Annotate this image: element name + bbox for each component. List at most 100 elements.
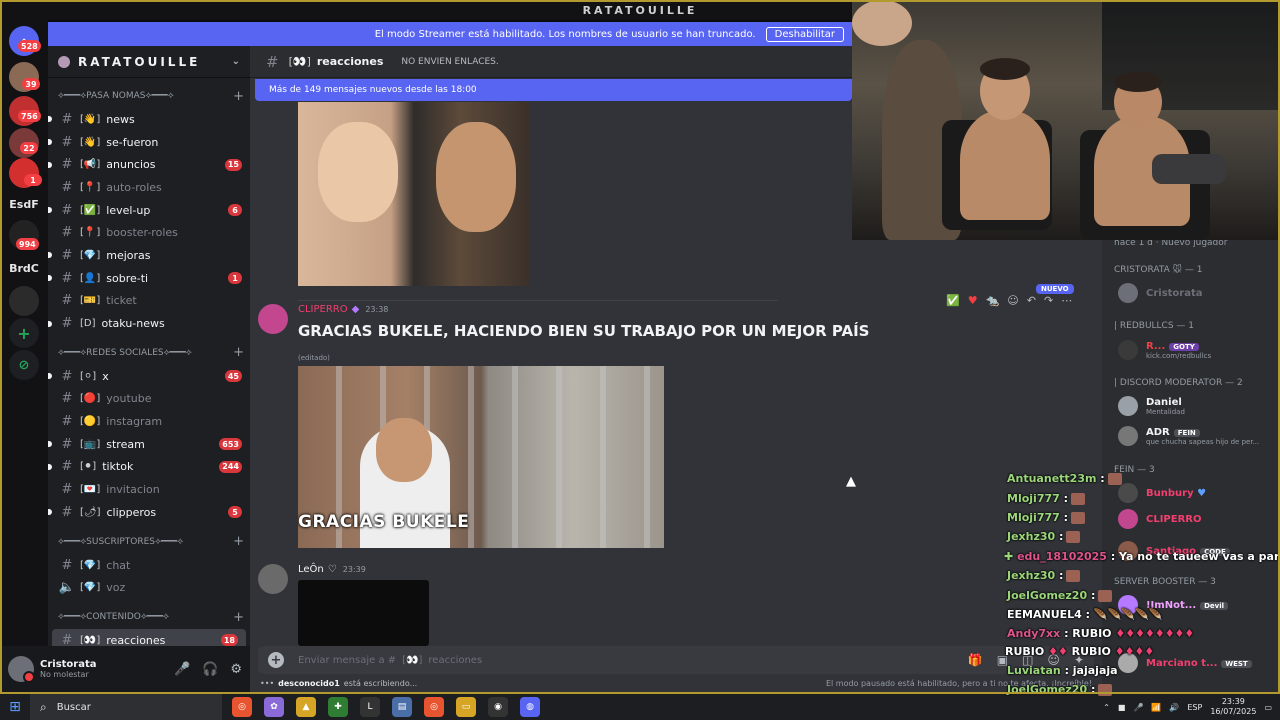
author-name[interactable]: CLIPERRO	[298, 304, 348, 315]
message-author[interactable]: CLIPERRO ◆ 23:38	[298, 304, 388, 315]
channel-ticket[interactable]: # [🎫] ticket	[48, 290, 250, 313]
server-header[interactable]: RATATOUILLE ⌄	[48, 46, 250, 78]
message-image-attachment[interactable]	[298, 102, 530, 286]
video-attachment[interactable]	[298, 580, 429, 646]
channel-anuncios[interactable]: # [📢] anuncios 15	[48, 153, 250, 176]
message-image-attachment[interactable]: GRACIAS BUKELE	[298, 366, 664, 548]
notepad-app-icon[interactable]: ▤	[392, 697, 412, 717]
category-contenido[interactable]: ⟡━━━⟡CONTENIDO⟡━━━⟡ +	[48, 605, 250, 629]
channel-tiktok[interactable]: # [⚫] tiktok 244	[48, 456, 250, 479]
add-channel-icon[interactable]: +	[233, 610, 244, 625]
message-input[interactable]: + Enviar mensaje a # [👀] reacciones 🎁 ▣ …	[258, 646, 1094, 674]
member-item[interactable]: ADR FEIN que chucha sapeas hijo de per...	[1118, 423, 1259, 449]
obs-app-icon[interactable]: ◉	[488, 697, 508, 717]
avatar[interactable]	[258, 564, 288, 594]
channel-voz[interactable]: 🔈 [💎] voz	[48, 576, 250, 599]
add-channel-icon[interactable]: +	[233, 89, 244, 104]
more-options-icon[interactable]: ⋯	[1061, 294, 1072, 307]
tray-app-icon[interactable]: ■	[1118, 703, 1126, 712]
heart-reaction-icon[interactable]: ♥	[968, 294, 978, 307]
chrome-app-icon[interactable]: ◎	[424, 697, 444, 717]
system-clock[interactable]: 23:39 16/07/2025	[1210, 697, 1256, 717]
windows-start-icon[interactable]: ⊞	[0, 699, 30, 715]
channel-auto-roles[interactable]: # [📍] auto-roles	[48, 176, 250, 199]
add-channel-icon[interactable]: +	[233, 345, 244, 360]
member-status: que chucha sapeas hijo de per...	[1146, 437, 1260, 446]
check-reaction-icon[interactable]: ✅	[946, 294, 960, 307]
webcam-hair	[1114, 72, 1162, 92]
channel-emoji: [✅]	[80, 204, 101, 216]
language-indicator[interactable]: ESP	[1187, 703, 1202, 712]
author-name[interactable]: LeÔn	[298, 564, 324, 575]
add-server-icon[interactable]: +	[9, 318, 39, 348]
server-label-esdf[interactable]: EsdF	[0, 198, 48, 211]
add-channel-icon[interactable]: +	[233, 534, 244, 549]
channel-otaku-news[interactable]: # [D] otaku-news	[48, 312, 250, 335]
gear-icon[interactable]: ⚙	[230, 662, 242, 677]
channel-youtube[interactable]: # [🔴] youtube	[48, 388, 250, 411]
webcam-head	[852, 0, 912, 46]
chat-line: EEMANUEL4 : 🪶🪶🪶🪶🪶	[1007, 608, 1162, 621]
app-icon[interactable]: ▲	[296, 697, 316, 717]
channel-x[interactable]: # [⚪] x 45	[48, 365, 250, 388]
headphones-icon[interactable]: 🎧	[202, 662, 218, 677]
avatar[interactable]	[258, 304, 288, 334]
forward-icon[interactable]: ↷	[1044, 294, 1053, 307]
category-suscriptores[interactable]: ⟡━━━⟡SUSCRIPTORES⟡━━━⟡ +	[48, 530, 250, 554]
channel-reacciones[interactable]: # [👀] reacciones 18	[52, 629, 246, 646]
member-item[interactable]: R... GOTY kick.com/redbullcs	[1118, 337, 1211, 363]
disable-streamer-button[interactable]: Deshabilitar	[765, 26, 844, 42]
tray-chevron-icon[interactable]: ⌃	[1103, 703, 1110, 712]
member-name: Cristorata	[1146, 287, 1203, 299]
channel-booster-roles[interactable]: # [📍] booster-roles	[48, 221, 250, 244]
server-label-brdc[interactable]: BrdC	[0, 262, 48, 275]
channel-mejoras[interactable]: # [💎] mejoras	[48, 244, 250, 267]
discord-app-icon[interactable]: ◍	[520, 697, 540, 717]
volume-icon[interactable]: 🔊	[1169, 703, 1179, 712]
app-icon[interactable]: ✚	[328, 697, 348, 717]
server-badge-3: 22	[20, 142, 38, 154]
server-icon-6[interactable]	[9, 286, 39, 316]
gift-icon[interactable]: 🎁	[968, 653, 983, 667]
notifications-icon[interactable]: ▭	[1264, 703, 1272, 712]
channel-sobre-ti[interactable]: # [👤] sobre-ti 1	[48, 267, 250, 290]
hash-icon: #	[61, 414, 73, 430]
microphone-icon[interactable]: 🎤	[1133, 703, 1143, 712]
hash-icon: #	[61, 391, 73, 407]
category-pasa-nomas[interactable]: ⟡━━━⟡PASA NOMAS⟡━━━⟡ +	[48, 84, 250, 108]
server-badge-2: 756	[18, 110, 41, 122]
channel-news[interactable]: # [👋] news	[48, 108, 250, 131]
chat-line: Jexhz30 :	[1007, 569, 1081, 582]
channel-invitacion[interactable]: # [💌] invitacion	[48, 478, 250, 501]
reply-icon[interactable]: ↶	[1027, 294, 1036, 307]
microphone-icon[interactable]: 🎤	[174, 662, 190, 677]
chat-line: JoelGomez20 :	[1007, 683, 1113, 696]
file-explorer-icon[interactable]: ▭	[456, 697, 476, 717]
new-messages-bar[interactable]: Más de 149 mensajes nuevos desde las 18:…	[255, 79, 852, 101]
network-icon[interactable]: 📶	[1151, 703, 1161, 712]
rat-reaction-icon[interactable]: 🐀	[986, 294, 1000, 307]
add-attachment-icon[interactable]: +	[268, 652, 284, 668]
chrome-app-icon[interactable]: ◎	[232, 697, 252, 717]
channel-instagram[interactable]: # [🟡] instagram	[48, 410, 250, 433]
copilot-app-icon[interactable]: ✿	[264, 697, 284, 717]
member-item[interactable]: Daniel Mentalidad	[1118, 393, 1185, 419]
channel-stream[interactable]: # [📺] stream 653	[48, 433, 250, 456]
message-author[interactable]: LeÔn ♡ 23:39	[298, 564, 366, 575]
channel-level-up[interactable]: # [✅] level-up 6	[48, 199, 250, 222]
channel-label: mejoras	[106, 248, 151, 262]
live-app-icon[interactable]: L	[360, 697, 380, 717]
member-item[interactable]: Cristorata	[1118, 280, 1203, 306]
category-redes-sociales[interactable]: ⟡━━━⟡REDES SOCIALES⟡━━━⟡ +	[48, 341, 250, 365]
channel-se-fueron[interactable]: # [👋] se-fueron	[48, 131, 250, 154]
add-reaction-icon[interactable]: ☺	[1007, 294, 1018, 307]
chat-line: Mloji777 :	[1007, 511, 1086, 524]
avatar[interactable]	[8, 656, 35, 683]
user-name[interactable]: Cristorata	[40, 659, 97, 670]
mention-badge: 5	[228, 506, 242, 519]
hash-icon: #	[61, 368, 73, 384]
channel-chat[interactable]: # [💎] chat	[48, 554, 250, 577]
explore-icon[interactable]: ⊘	[9, 350, 39, 380]
channel-clipperos[interactable]: # [🌶] clipperos 5	[48, 501, 250, 524]
taskbar-search[interactable]: ⌕ Buscar	[30, 694, 222, 720]
